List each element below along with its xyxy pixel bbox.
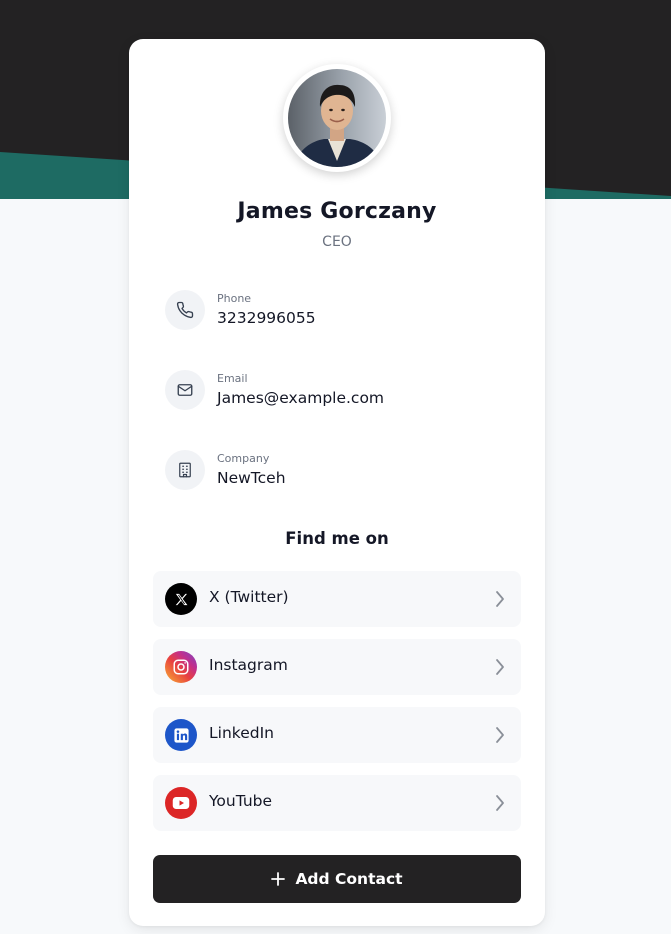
- social-label: X (Twitter): [209, 588, 289, 606]
- chevron-right-icon: [496, 591, 504, 607]
- chevron-right-icon: [496, 727, 504, 743]
- social-label: Instagram: [209, 656, 288, 674]
- youtube-icon: [165, 787, 197, 819]
- avatar: [283, 64, 391, 172]
- chevron-right-icon: [496, 659, 504, 675]
- company-label: Company: [217, 452, 270, 465]
- mail-icon: [165, 370, 205, 410]
- phone-row[interactable]: Phone 3232996055: [165, 290, 505, 334]
- phone-value: 3232996055: [217, 309, 316, 327]
- company-row: Company NewTceh: [165, 450, 505, 494]
- instagram-icon: [165, 651, 197, 683]
- email-row[interactable]: Email James@example.com: [165, 370, 505, 414]
- email-value: James@example.com: [217, 389, 385, 407]
- profile-name: James Gorczany: [237, 199, 437, 224]
- social-link-instagram[interactable]: Instagram: [153, 639, 521, 695]
- phone-icon: [165, 290, 205, 330]
- linkedin-icon: [165, 719, 197, 751]
- social-link-youtube[interactable]: YouTube: [153, 775, 521, 831]
- building-icon: [165, 450, 205, 490]
- email-label: Email: [217, 372, 248, 385]
- profile-card: James Gorczany CEO Phone 3232996055 Emai…: [129, 39, 545, 926]
- social-label: YouTube: [209, 792, 273, 810]
- social-link-linkedin[interactable]: LinkedIn: [153, 707, 521, 763]
- company-value: NewTceh: [217, 469, 286, 487]
- add-contact-label: Add Contact: [295, 870, 403, 888]
- find-me-on-heading: Find me on: [285, 529, 389, 548]
- profile-role: CEO: [322, 234, 352, 250]
- plus-icon: [271, 872, 286, 886]
- social-link-x-twitter[interactable]: X (Twitter): [153, 571, 521, 627]
- add-contact-button[interactable]: Add Contact: [153, 855, 521, 903]
- social-label: LinkedIn: [209, 724, 274, 742]
- chevron-right-icon: [496, 795, 504, 811]
- phone-label: Phone: [217, 292, 252, 305]
- x-twitter-icon: [165, 583, 197, 615]
